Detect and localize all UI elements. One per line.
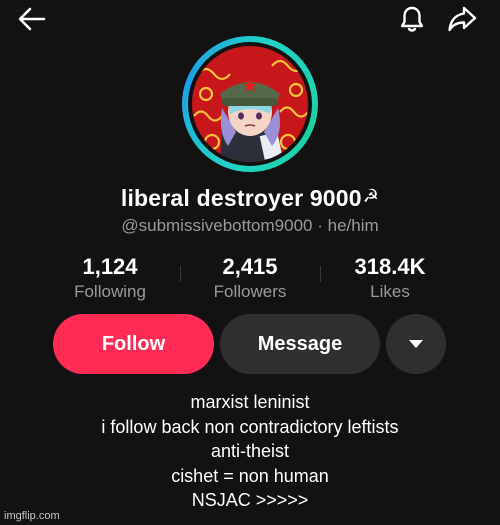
stats-divider — [180, 266, 181, 282]
bio: marxist leninist i follow back non contr… — [0, 390, 500, 513]
more-options-button[interactable] — [386, 314, 446, 374]
caret-down-icon — [409, 340, 423, 348]
hammer-sickle-icon: ☭ — [362, 186, 380, 206]
handle-row: @submissivebottom9000 · he/him — [0, 216, 500, 236]
stats-divider — [320, 266, 321, 282]
share-button[interactable] — [446, 4, 478, 34]
back-arrow-icon — [18, 7, 46, 31]
avatar-image — [192, 46, 308, 162]
avatar[interactable] — [182, 36, 318, 172]
stat-likes: 318.4K Likes — [320, 254, 460, 302]
display-name-text: liberal destroyer 9000 — [120, 185, 362, 211]
pronouns: he/him — [327, 216, 379, 235]
share-icon — [448, 6, 477, 32]
bio-line: anti-theist — [210, 441, 290, 461]
stat-value: 318.4K — [354, 254, 426, 279]
bio-line: i follow back non contradictory leftists — [101, 416, 399, 437]
avatar-gap — [188, 42, 312, 166]
display-name: liberal destroyer 9000☭ — [0, 185, 500, 212]
top-bar — [0, 0, 500, 40]
stat-followers[interactable]: 2,415 Followers — [180, 254, 320, 302]
handle-separator: · — [312, 216, 328, 235]
notifications-button[interactable] — [396, 4, 428, 34]
watermark: imgflip.com — [4, 510, 60, 522]
username: @submissivebottom9000 — [121, 216, 313, 235]
stat-following[interactable]: 1,124 Following — [40, 254, 180, 302]
back-button[interactable] — [16, 4, 48, 34]
bio-line: marxist leninist — [190, 392, 310, 412]
stats-row: 1,124 Following 2,415 Followers 318.4K L… — [0, 254, 500, 304]
message-button[interactable]: Message — [220, 314, 380, 374]
stat-value: 2,415 — [222, 254, 278, 279]
bio-line: NSJAC >>>>> — [191, 490, 309, 510]
stat-label: Following — [74, 282, 146, 301]
stat-value: 1,124 — [82, 254, 138, 279]
bio-line: cishet = non human — [171, 465, 329, 486]
follow-button[interactable]: Follow — [53, 314, 214, 374]
stat-label: Likes — [370, 282, 410, 301]
bell-icon — [400, 6, 424, 32]
stat-label: Followers — [213, 282, 287, 301]
